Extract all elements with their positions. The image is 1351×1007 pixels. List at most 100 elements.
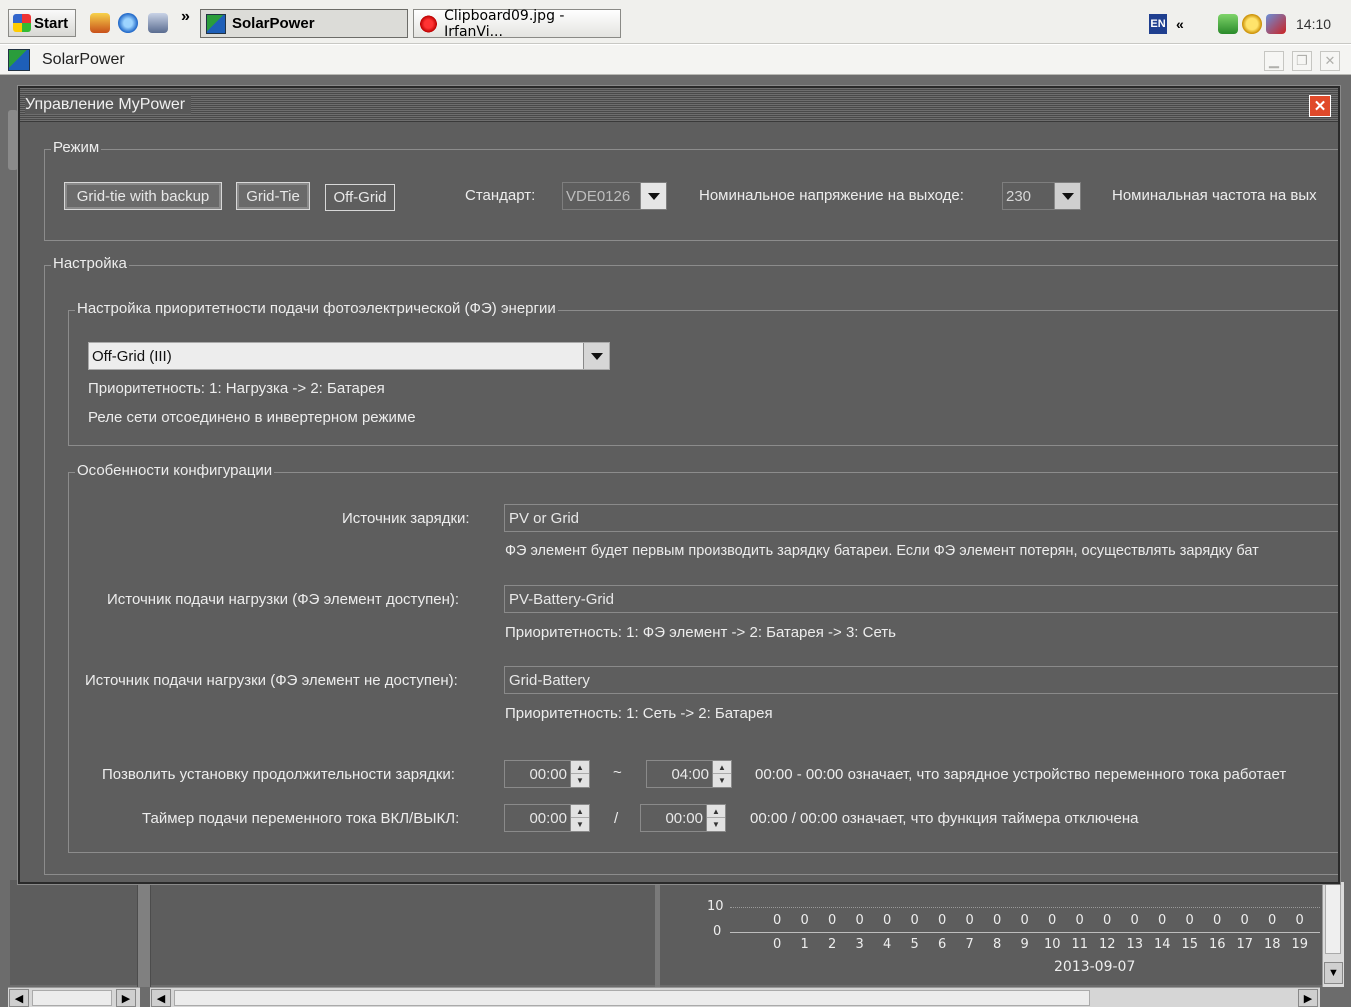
- chart-x-tick: 7: [965, 937, 974, 952]
- main-horizontal-scrollbar[interactable]: ◀ ▶: [150, 987, 1320, 1007]
- output-voltage-select[interactable]: 230: [1002, 182, 1081, 210]
- tray-expand-icon[interactable]: «: [1176, 9, 1184, 38]
- pv-relay-description: Реле сети отсоединено в инвертерном режи…: [88, 409, 416, 426]
- windows-logo-icon: [13, 14, 31, 32]
- config-legend: Особенности конфигурации: [75, 462, 275, 479]
- off-grid-button[interactable]: Off-Grid: [325, 184, 395, 211]
- spinner-up-icon[interactable]: ▲: [571, 761, 589, 774]
- task-label: SolarPower: [232, 15, 315, 32]
- pv-priority-legend: Настройка приоритетности подачи фотоэлек…: [75, 300, 558, 317]
- charge-time-note: 00:00 - 00:00 означает, что зарядное уст…: [755, 766, 1287, 783]
- chart-data-label: 0: [1185, 913, 1194, 928]
- scrollbar-thumb[interactable]: [1325, 884, 1341, 954]
- quicklaunch-more-icon[interactable]: »: [181, 8, 190, 26]
- load-source-pv-note: Приоритетность: 1: ФЭ элемент -> 2: Бата…: [505, 624, 896, 641]
- grid-tie-button[interactable]: Grid-Tie: [236, 182, 310, 210]
- task-solarpower[interactable]: SolarPower: [200, 9, 408, 38]
- chart-x-tick: 3: [855, 937, 864, 952]
- task-label: Clipboard09.jpg - IrfanVi...: [444, 7, 565, 40]
- charge-time-to-spinner[interactable]: 04:00 ▲ ▼: [646, 760, 732, 788]
- chart-x-axis: [730, 932, 1320, 933]
- left-horizontal-scrollbar[interactable]: ◀ ▶: [8, 987, 140, 1007]
- spinner-down-icon[interactable]: ▼: [571, 774, 589, 787]
- ac-timer-off-spinner[interactable]: 00:00 ▲ ▼: [640, 804, 726, 832]
- mode-legend: Режим: [51, 139, 102, 156]
- maximize-button[interactable]: ❐: [1292, 51, 1312, 71]
- charge-time-from-spinner[interactable]: 00:00 ▲ ▼: [504, 760, 590, 788]
- load-source-pv-field[interactable]: PV-Battery-Grid: [504, 585, 1338, 613]
- quicklaunch-app-icon[interactable]: [90, 13, 110, 33]
- tray-status-icon[interactable]: [1266, 14, 1286, 34]
- scroll-left-icon[interactable]: ◀: [151, 989, 171, 1007]
- clock[interactable]: 14:10: [1296, 9, 1331, 38]
- start-label: Start: [34, 14, 69, 32]
- scroll-left-icon[interactable]: ◀: [9, 989, 29, 1007]
- settings-legend: Настройка: [51, 255, 129, 272]
- ac-timer-on-value[interactable]: 00:00: [505, 805, 569, 831]
- scroll-right-icon[interactable]: ▶: [1298, 989, 1318, 1007]
- chart-x-tick: 19: [1291, 937, 1309, 952]
- scrollbar-thumb[interactable]: [32, 990, 112, 1006]
- spinner-up-icon[interactable]: ▲: [571, 805, 589, 818]
- grid-tie-backup-button[interactable]: Grid-tie with backup: [64, 182, 222, 210]
- chart-x-tick: 12: [1099, 937, 1116, 952]
- scrollbar-thumb[interactable]: [174, 990, 1090, 1006]
- spinner-down-icon[interactable]: ▼: [571, 818, 589, 831]
- chart-data-label: 0: [1213, 913, 1222, 928]
- chevron-down-icon[interactable]: [583, 343, 609, 369]
- ac-timer-on-spinner[interactable]: 00:00 ▲ ▼: [504, 804, 590, 832]
- tray-shield-icon[interactable]: [1242, 14, 1262, 34]
- spinner-up-icon[interactable]: ▲: [707, 805, 725, 818]
- ac-timer-off-value[interactable]: 00:00: [641, 805, 705, 831]
- pv-priority-value: Off-Grid (III): [92, 347, 172, 365]
- spinner-up-icon[interactable]: ▲: [713, 761, 731, 774]
- charge-time-from-value[interactable]: 00:00: [505, 761, 569, 787]
- pv-priority-description: Приоритетность: 1: Нагрузка -> 2: Батаре…: [88, 380, 385, 397]
- dialog-title-bar[interactable]: Управление MyPower ✕: [20, 88, 1338, 122]
- panel-splitter[interactable]: [137, 882, 151, 987]
- ac-timer-separator: /: [614, 810, 619, 827]
- left-panel-handle[interactable]: [8, 110, 18, 170]
- charge-time-separator: ~: [613, 764, 622, 781]
- spinner-down-icon[interactable]: ▼: [707, 818, 725, 831]
- scroll-right-icon[interactable]: ▶: [116, 989, 136, 1007]
- chart-data-label: 0: [855, 913, 864, 928]
- chart-x-tick: 14: [1154, 937, 1171, 952]
- chart-x-tick: 6: [938, 937, 947, 952]
- chart-data-label: 0: [773, 913, 782, 928]
- charge-time-to-value[interactable]: 04:00: [647, 761, 711, 787]
- load-source-nopv-field[interactable]: Grid-Battery: [504, 666, 1338, 694]
- minimize-button[interactable]: ▁: [1264, 51, 1284, 71]
- dialog-close-button[interactable]: ✕: [1309, 95, 1331, 117]
- solarpower-icon: [206, 13, 226, 34]
- standard-select[interactable]: VDE0126: [562, 182, 667, 210]
- irfanview-icon: [419, 13, 439, 34]
- dialog-title: Управление MyPower: [25, 96, 192, 114]
- chart-data-label: 0: [1268, 913, 1277, 928]
- chart-vertical-scrollbar[interactable]: ▼: [1322, 882, 1344, 987]
- close-button[interactable]: ✕: [1320, 51, 1340, 71]
- start-button[interactable]: Start: [8, 9, 76, 37]
- ac-timer-label: Таймер подачи переменного тока ВКЛ/ВЫКЛ:: [142, 810, 460, 827]
- scroll-down-icon[interactable]: ▼: [1324, 962, 1343, 984]
- chevron-down-icon[interactable]: [640, 183, 666, 209]
- chart-x-tick: 16: [1209, 937, 1226, 952]
- charge-source-field[interactable]: PV or Grid: [504, 504, 1338, 532]
- chevron-down-icon[interactable]: [1054, 183, 1080, 209]
- internet-explorer-icon[interactable]: [118, 13, 138, 33]
- task-irfanview[interactable]: Clipboard09.jpg - IrfanVi...: [413, 7, 621, 40]
- chart-data-label: 0: [883, 913, 892, 928]
- tray-network-icon[interactable]: [1218, 14, 1238, 34]
- quicklaunch-app-icon-2[interactable]: [148, 13, 168, 33]
- chart-data-label: 0: [828, 913, 837, 928]
- spinner-down-icon[interactable]: ▼: [713, 774, 731, 787]
- chart-data-label: 0: [1158, 913, 1167, 928]
- language-indicator[interactable]: EN: [1149, 14, 1167, 34]
- chart-x-tick: 17: [1236, 937, 1254, 952]
- chart-y-tick: 10: [707, 899, 724, 914]
- pv-priority-select[interactable]: Off-Grid (III): [88, 342, 610, 370]
- panel-splitter-2[interactable]: [655, 882, 660, 987]
- chart-data-label: 0: [1075, 913, 1084, 928]
- charge-source-note: ФЭ элемент будет первым производить заря…: [505, 543, 1259, 559]
- chart-x-tick: 4: [883, 937, 892, 952]
